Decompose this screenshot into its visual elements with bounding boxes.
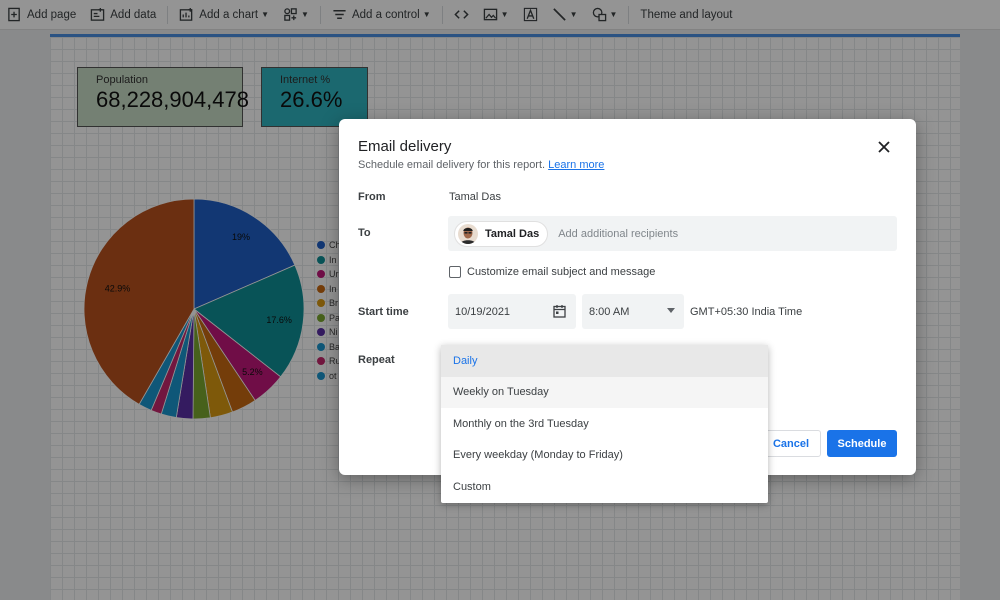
repeat-option-custom[interactable]: Custom bbox=[441, 471, 768, 503]
repeat-label: Repeat bbox=[358, 354, 395, 366]
start-time-value: 8:00 AM bbox=[589, 305, 630, 318]
customize-email-option[interactable]: Customize email subject and message bbox=[449, 266, 655, 278]
start-date-field[interactable]: 10/19/2021 bbox=[448, 294, 576, 329]
to-label: To bbox=[358, 227, 371, 239]
calendar-icon[interactable] bbox=[553, 304, 566, 318]
from-value: Tamal Das bbox=[449, 191, 501, 203]
recipients-field[interactable]: Tamal Das bbox=[448, 216, 897, 251]
schedule-button[interactable]: Schedule bbox=[827, 430, 897, 457]
cancel-button[interactable]: Cancel bbox=[761, 430, 821, 457]
additional-recipients-input[interactable] bbox=[558, 227, 759, 240]
repeat-option-weekly[interactable]: Weekly on Tuesday bbox=[441, 376, 768, 408]
recipient-name: Tamal Das bbox=[485, 227, 540, 240]
from-label: From bbox=[358, 191, 386, 203]
repeat-option-weekdays[interactable]: Every weekday (Monday to Friday) bbox=[441, 440, 768, 472]
dialog-subtitle-text: Schedule email delivery for this report. bbox=[358, 159, 546, 171]
dialog-title: Email delivery bbox=[358, 138, 452, 155]
start-time-select[interactable]: 8:00 AM bbox=[582, 294, 684, 329]
avatar-icon bbox=[458, 223, 478, 244]
customize-checkbox[interactable] bbox=[449, 266, 461, 278]
learn-more-link[interactable]: Learn more bbox=[548, 159, 604, 171]
repeat-dropdown-menu: Daily Weekly on Tuesday Monthly on the 3… bbox=[441, 345, 768, 503]
close-icon bbox=[878, 141, 890, 153]
recipient-chip[interactable]: Tamal Das bbox=[454, 220, 549, 247]
timezone-label: GMT+05:30 India Time bbox=[690, 306, 803, 318]
customize-label: Customize email subject and message bbox=[467, 266, 656, 278]
start-time-label: Start time bbox=[358, 306, 409, 318]
repeat-option-daily[interactable]: Daily bbox=[441, 345, 768, 377]
close-button[interactable] bbox=[873, 136, 895, 158]
dialog-subtitle: Schedule email delivery for this report.… bbox=[358, 159, 604, 171]
chevron-down-icon bbox=[667, 308, 675, 313]
avatar bbox=[458, 223, 478, 244]
repeat-option-monthly[interactable]: Monthly on the 3rd Tuesday bbox=[441, 408, 768, 440]
start-date-value: 10/19/2021 bbox=[455, 305, 511, 318]
